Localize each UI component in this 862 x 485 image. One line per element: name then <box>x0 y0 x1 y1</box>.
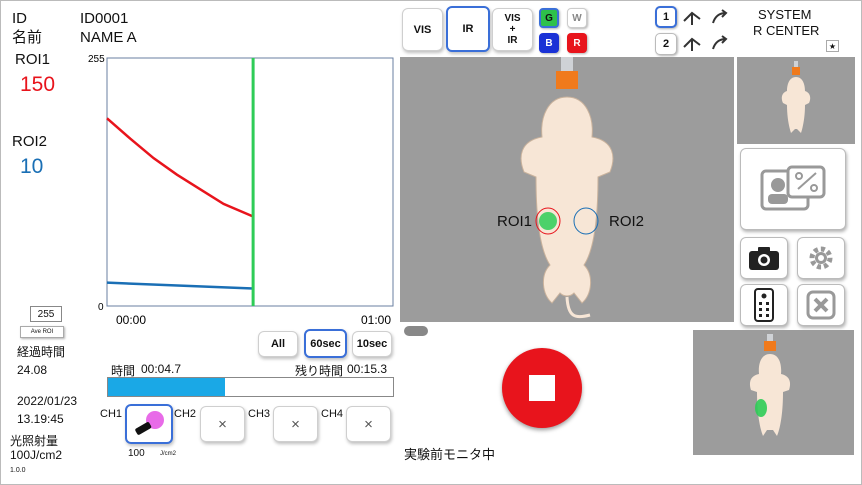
camera-button[interactable] <box>740 237 788 279</box>
flip-right-icon[interactable] <box>708 33 732 53</box>
roi-chart: 255 0 00:00 01:00 <box>88 54 394 327</box>
system-center: R CENTER <box>753 23 820 38</box>
ch1-button[interactable] <box>125 404 173 444</box>
flip-left-icon[interactable] <box>680 33 704 53</box>
stop-icon <box>529 375 555 401</box>
time-value: 00:04.7 <box>141 362 182 376</box>
rotate-right-icon[interactable] <box>708 7 732 27</box>
rotate-left-icon[interactable] <box>680 7 704 27</box>
vis-ir-line1: VIS <box>504 13 521 24</box>
ch1-label: CH1 <box>100 408 123 420</box>
plot-area <box>106 57 394 307</box>
dose-value: 100J/cm2 <box>10 448 63 462</box>
time-value: 13.19:45 <box>17 412 64 426</box>
ch1-value: 100 <box>128 448 145 459</box>
progress-fill <box>108 378 225 396</box>
mode-vis-button[interactable]: VIS <box>402 8 443 51</box>
color-g-button[interactable]: G <box>539 8 559 28</box>
preset-2-button[interactable]: 2 <box>655 33 677 55</box>
favorite-star-button[interactable]: ★ <box>826 40 839 52</box>
preset-1-button[interactable]: 1 <box>655 6 677 28</box>
gear-icon <box>809 246 833 270</box>
roi2-overlay-label: ROI2 <box>609 213 645 230</box>
name-value: NAME A <box>80 29 137 46</box>
mode-ir-button[interactable]: IR <box>446 6 490 52</box>
color-r-button[interactable]: R <box>567 33 587 53</box>
vis-ir-line3: IR <box>507 35 518 46</box>
settings-button[interactable] <box>797 237 845 279</box>
id-label: ID <box>12 10 27 27</box>
remote-control-icon <box>754 288 774 322</box>
id-value: ID0001 <box>80 10 129 27</box>
system-title: SYSTEM <box>758 7 812 22</box>
vis-ir-line2: + <box>509 24 516 35</box>
ch1-unit: J/cm2 <box>160 451 177 457</box>
dose-label: 光照射量 <box>10 434 59 448</box>
status-text: 実験前モニタ中 <box>404 447 496 462</box>
name-label: 名前 <box>12 29 43 46</box>
thumbnail-bottom[interactable] <box>693 330 854 455</box>
roi1-label: ROI1 <box>15 51 51 68</box>
light-probe-icon <box>135 411 164 435</box>
stop-button[interactable] <box>502 348 582 428</box>
version-label: 1.0.0 <box>10 467 26 474</box>
roi2-value: 10 <box>20 155 44 178</box>
cancel-button[interactable] <box>797 284 845 326</box>
color-w-button[interactable]: W <box>567 8 587 28</box>
ch3-close-button[interactable]: × <box>273 406 318 442</box>
panel-toggle-button[interactable] <box>404 326 428 336</box>
roi1-value: 150 <box>20 73 56 96</box>
thumbnail-bottom-image <box>749 334 791 436</box>
subject-image <box>520 57 614 319</box>
y-tick-bottom: 0 <box>98 302 104 313</box>
x-tick-end: 01:00 <box>361 313 391 327</box>
gallery-button[interactable] <box>740 148 846 230</box>
close-icon <box>806 290 836 320</box>
remote-button[interactable] <box>740 284 788 326</box>
ch4-label: CH4 <box>321 408 344 420</box>
elapsed-value: 24.08 <box>17 363 48 377</box>
photo-gallery-icon <box>760 165 826 211</box>
main-image-panel: ROI1 ROI2 <box>400 57 734 322</box>
range-60sec-button[interactable]: 60sec <box>304 329 347 358</box>
ch3-label: CH3 <box>248 408 271 420</box>
roi1-overlay-label: ROI1 <box>497 213 533 230</box>
ch2-close-button[interactable]: × <box>200 406 245 442</box>
x-tick-start: 00:00 <box>116 313 146 327</box>
thumbnail-image <box>781 61 811 133</box>
thumbnail-top[interactable] <box>737 57 855 144</box>
range-all-button[interactable]: All <box>258 331 298 357</box>
color-b-button[interactable]: B <box>539 33 559 53</box>
elapsed-label: 経過時間 <box>17 345 66 359</box>
y-tick-top: 255 <box>88 54 105 65</box>
ave-roi-button[interactable]: Ave ROI <box>20 326 64 338</box>
range-10sec-button[interactable]: 10sec <box>352 331 392 357</box>
roi2-label: ROI2 <box>12 133 48 150</box>
date-value: 2022/01/23 <box>17 394 78 408</box>
mode-vis-ir-button[interactable]: VIS + IR <box>492 8 533 51</box>
progress-bar <box>107 377 394 397</box>
ch4-close-button[interactable]: × <box>346 406 391 442</box>
ave-value-box[interactable]: 255 <box>30 306 62 322</box>
ch2-label: CH2 <box>174 408 197 420</box>
remain-value: 00:15.3 <box>347 362 388 376</box>
camera-icon <box>749 247 779 270</box>
